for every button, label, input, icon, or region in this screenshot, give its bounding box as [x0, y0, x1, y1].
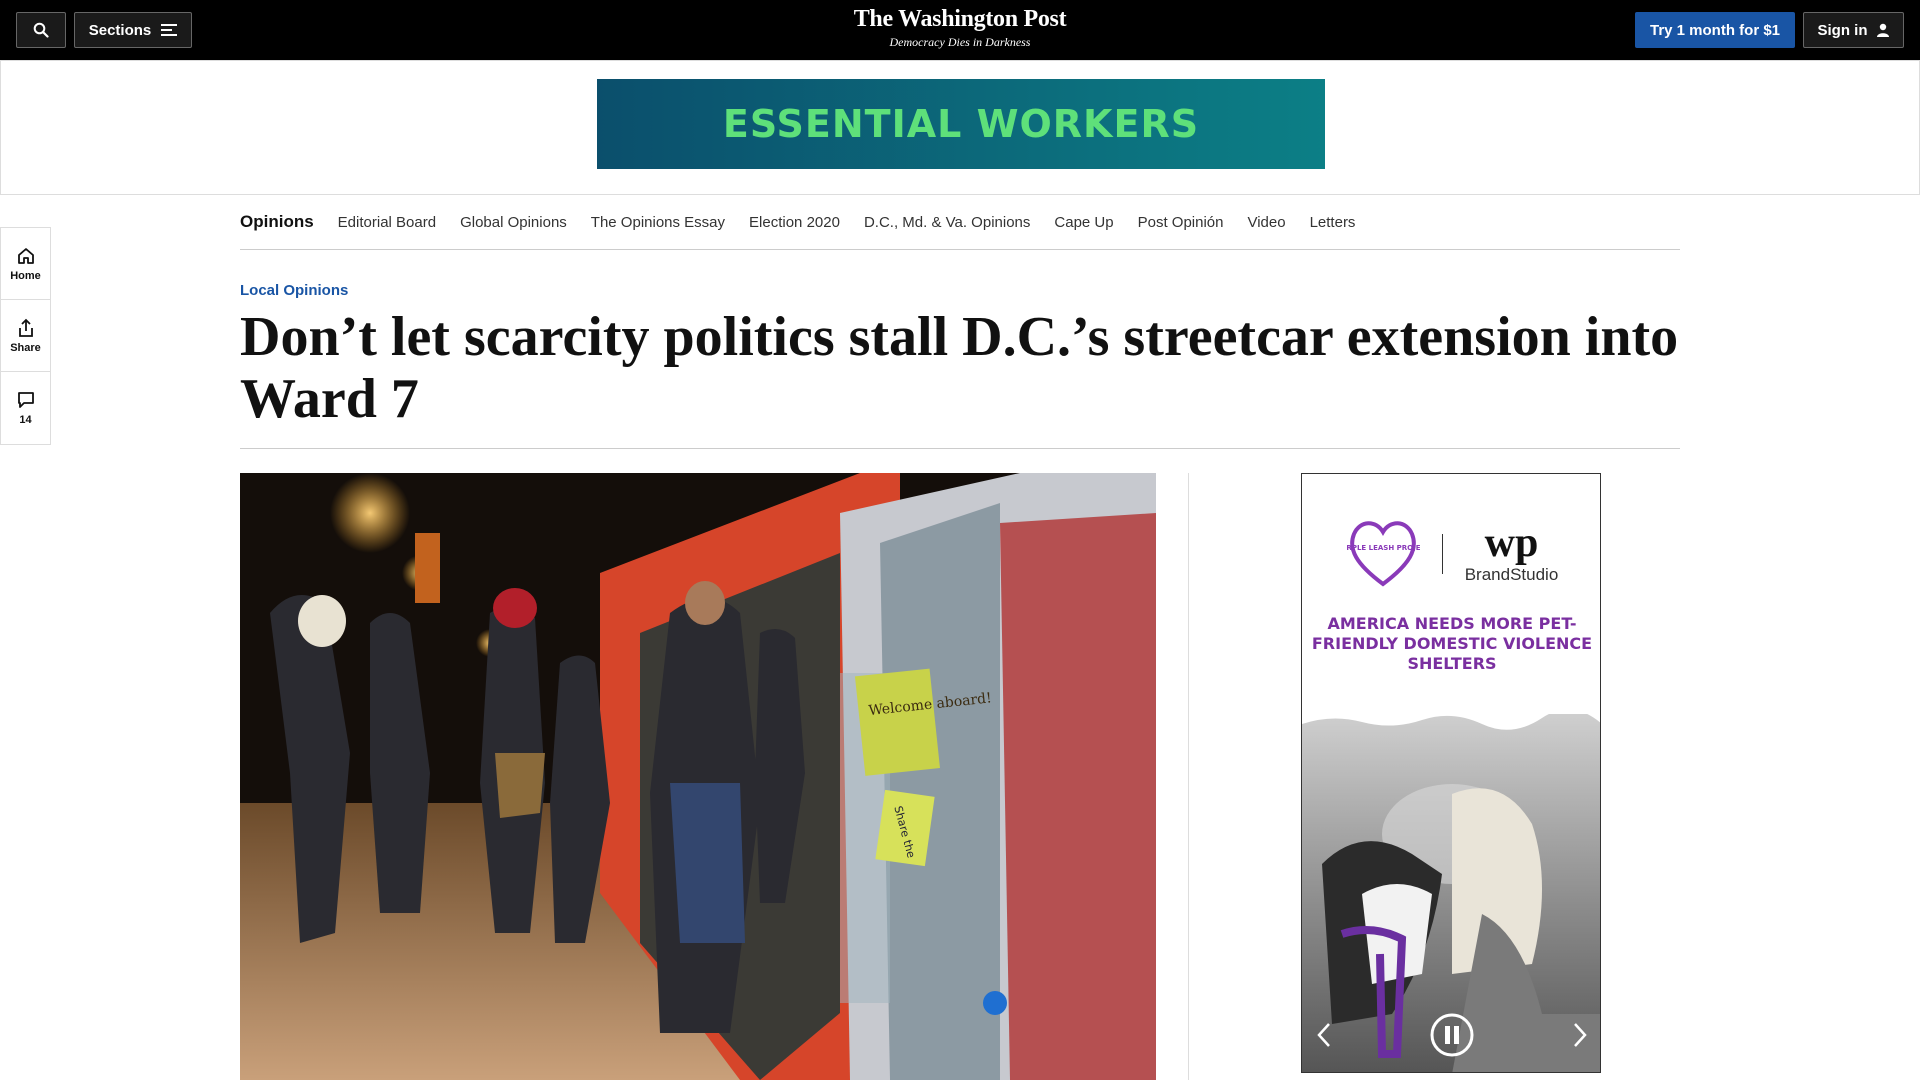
section-nav-global-opinions[interactable]: Global Opinions [460, 214, 567, 231]
masthead: The Washington Post Democracy Dies in Da… [0, 6, 1920, 50]
sign-in-label: Sign in [1817, 21, 1868, 39]
ad-partner-name: PURPLE LEASH PROJECT [1346, 544, 1420, 552]
section-nav-post-opinion[interactable]: Post Opinión [1138, 214, 1224, 231]
banner-ad-text: ESSENTIAL WORKERS [722, 102, 1200, 146]
ad-pause-button[interactable] [1429, 1012, 1475, 1063]
ad-logo-separator [1441, 534, 1443, 574]
wp-brandstudio-logo: wp BrandStudio [1464, 520, 1559, 585]
rail-share-label: Share [10, 341, 41, 354]
site-logo[interactable]: The Washington Post [0, 6, 1920, 33]
section-nav-editorial-board[interactable]: Editorial Board [338, 214, 436, 231]
section-nav-election-2020[interactable]: Election 2020 [749, 214, 840, 231]
subscribe-button[interactable]: Try 1 month for $1 [1635, 12, 1795, 48]
ad-headline: AMERICA NEEDS MORE PET-FRIENDLY DOMESTIC… [1311, 614, 1593, 673]
top-navigation-bar: Sections The Washington Post Democracy D… [0, 0, 1920, 60]
headline-divider [240, 448, 1680, 449]
section-nav-cape-up[interactable]: Cape Up [1054, 214, 1113, 231]
user-icon [1876, 23, 1889, 37]
home-icon [17, 247, 34, 264]
share-icon [18, 318, 33, 337]
article-headline: Don’t let scarcity politics stall D.C.’s… [240, 306, 1679, 430]
ad-next-button[interactable] [1572, 1022, 1588, 1053]
rail-comments-count: 14 [19, 414, 32, 426]
streetcar-night-scene: Welcome aboard! Share the [240, 473, 1156, 1080]
ad-carousel-controls [1302, 1012, 1600, 1063]
section-nav-dc-md-va-opinions[interactable]: D.C., Md. & Va. Opinions [864, 214, 1030, 231]
rail-home-label: Home [10, 269, 41, 282]
sign-in-button[interactable]: Sign in [1803, 12, 1904, 48]
ad-logos: PURPLE LEASH PROJECT wp BrandStudio [1302, 514, 1600, 594]
section-nav-opinions[interactable]: Opinions [240, 212, 314, 232]
section-navigation: Opinions Editorial Board Global Opinions… [240, 195, 1680, 250]
wp-logo-mark: wp [1484, 520, 1539, 566]
rail-comments-button[interactable]: 14 [1, 372, 50, 444]
content-column-divider [1188, 473, 1189, 1080]
chevron-left-icon [1317, 1022, 1330, 1047]
section-nav-video[interactable]: Video [1247, 214, 1285, 231]
brandstudio-label: BrandStudio [1464, 565, 1559, 584]
article-side-rail: Home Share 14 [0, 227, 51, 445]
pause-icon [1430, 1013, 1474, 1056]
site-tagline: Democracy Dies in Darkness [889, 35, 1031, 49]
comment-icon [17, 392, 34, 408]
section-nav-opinions-essay[interactable]: The Opinions Essay [591, 214, 725, 231]
ad-previous-button[interactable] [1316, 1022, 1332, 1053]
purple-leash-heart-logo: PURPLE LEASH PROJECT [1346, 521, 1420, 587]
banner-ad-container: ESSENTIAL WORKERS [0, 60, 1920, 195]
side-advertisement[interactable]: PURPLE LEASH PROJECT wp BrandStudio AMER… [1301, 473, 1601, 1073]
rail-share-button[interactable]: Share [1, 300, 50, 372]
rail-home-button[interactable]: Home [1, 228, 50, 300]
chevron-right-icon [1574, 1022, 1587, 1047]
banner-ad[interactable]: ESSENTIAL WORKERS [597, 79, 1325, 169]
article-kicker[interactable]: Local Opinions [240, 282, 348, 299]
lead-photo[interactable]: Welcome aboard! Share the [240, 473, 1156, 1080]
section-nav-letters[interactable]: Letters [1310, 214, 1356, 231]
